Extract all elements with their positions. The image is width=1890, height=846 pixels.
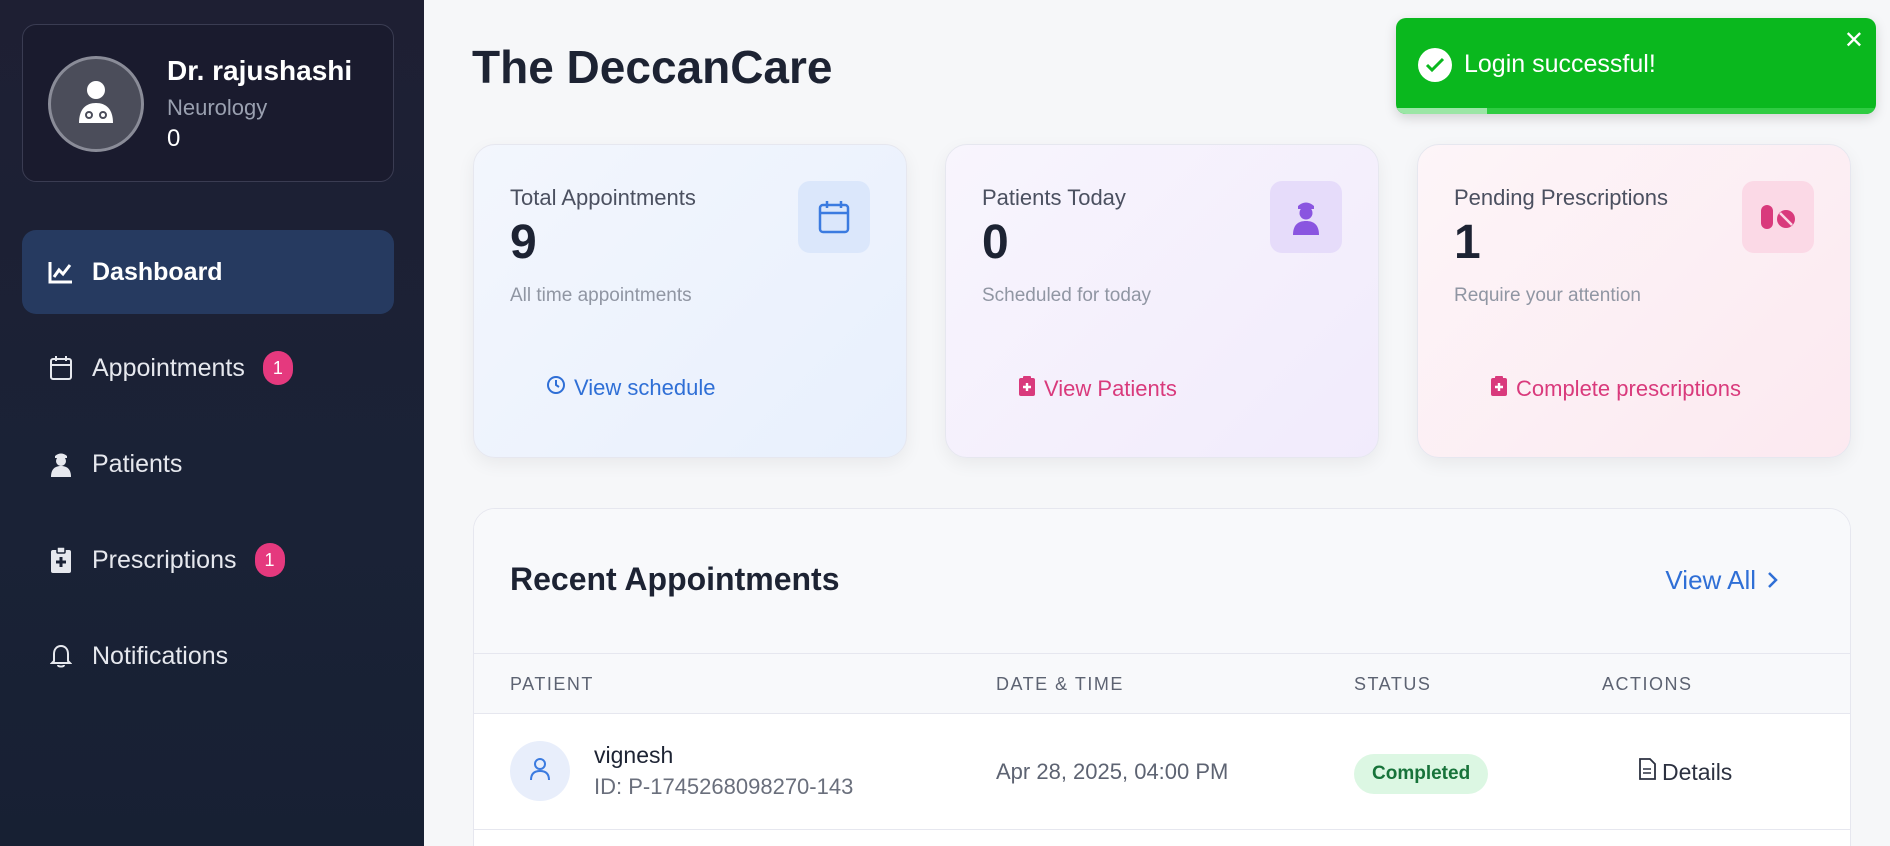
sidebar-item-label: Patients: [92, 449, 183, 478]
link-label: View Patients: [1044, 376, 1177, 401]
close-icon[interactable]: ✕: [1844, 26, 1864, 55]
clipboard-medical-icon: [1018, 375, 1036, 403]
complete-prescriptions-link[interactable]: Complete prescriptions: [1490, 375, 1741, 403]
column-header-patient: PATIENT: [510, 674, 594, 694]
page-title: The DeccanCare: [472, 41, 833, 93]
panel-header: Recent Appointments View All: [474, 509, 1850, 654]
prescriptions-badge: 1: [254, 543, 285, 577]
panel-title: Recent Appointments: [510, 561, 840, 597]
patient-name: vignesh: [594, 742, 674, 768]
link-label: Complete prescriptions: [1516, 376, 1741, 401]
user-nurse-icon: [46, 449, 76, 479]
doctor-specialty: Neurology: [167, 95, 268, 120]
toast-progress-bar: [1396, 108, 1488, 114]
pills-icon: [1742, 181, 1814, 253]
card-subtitle: Require your attention: [1454, 285, 1641, 306]
success-toast: Login successful! ✕: [1396, 18, 1876, 114]
check-circle-icon: [1418, 48, 1452, 82]
file-icon: [1638, 758, 1656, 786]
card-value: 0: [982, 216, 1009, 269]
column-header-datetime: DATE & TIME: [996, 674, 1124, 694]
sidebar-item-label: Prescriptions: [92, 545, 237, 574]
view-schedule-link[interactable]: View schedule: [546, 375, 715, 401]
patient-avatar: [510, 741, 570, 801]
doctor-profile-card: Dr. rajushashi Neurology 0: [22, 24, 394, 182]
chart-line-icon: [46, 257, 76, 287]
details-button[interactable]: Details: [1638, 758, 1732, 786]
card-title: Pending Prescriptions: [1454, 185, 1669, 210]
card-subtitle: All time appointments: [510, 285, 692, 306]
sidebar: Dr. rajushashi Neurology 0 Dashboard App…: [0, 0, 424, 846]
clipboard-medical-icon: [46, 545, 76, 575]
sidebar-item-prescriptions[interactable]: Prescriptions 1: [22, 518, 394, 602]
card-value: 9: [510, 216, 537, 269]
patient-id: ID: P-1745268098270-143: [594, 774, 854, 799]
appointment-datetime: Apr 28, 2025, 04:00 PM: [996, 759, 1229, 784]
card-title: Patients Today: [982, 185, 1126, 210]
doctor-name: Dr. rajushashi: [167, 55, 353, 86]
sidebar-item-notifications[interactable]: Notifications: [22, 614, 394, 698]
status-badge: Completed: [1354, 754, 1489, 794]
column-header-status: STATUS: [1354, 674, 1432, 694]
toast-message: Login successful!: [1464, 50, 1656, 78]
doctor-count: 0: [167, 125, 181, 152]
details-label: Details: [1662, 758, 1733, 785]
sidebar-item-label: Appointments: [92, 353, 245, 382]
chevron-right-icon: [1766, 565, 1778, 596]
recent-appointments-panel: Recent Appointments View All PATIENT DAT…: [473, 508, 1851, 846]
link-label: View All: [1665, 565, 1756, 595]
view-all-link[interactable]: View All: [1665, 565, 1778, 596]
card-title: Total Appointments: [510, 185, 696, 210]
calendar-icon: [46, 353, 76, 383]
doctor-avatar: [48, 56, 144, 152]
stat-card-total-appointments: Total Appointments 9 All time appointmen…: [473, 144, 907, 458]
clipboard-medical-icon: [1490, 375, 1508, 403]
clock-icon: [546, 375, 566, 401]
sidebar-item-patients[interactable]: Patients: [22, 422, 394, 506]
stat-card-patients-today: Patients Today 0 Scheduled for today Vie…: [945, 144, 1379, 458]
column-header-actions: ACTIONS: [1602, 674, 1693, 694]
bell-icon: [46, 641, 76, 671]
appointments-badge: 1: [262, 351, 293, 385]
link-label: View schedule: [574, 375, 716, 400]
user-doctor-icon: [76, 79, 116, 130]
view-patients-link[interactable]: View Patients: [1018, 375, 1177, 403]
user-nurse-icon: [1270, 181, 1342, 253]
table-row: vignesh ID: P-1745268098270-143 Apr 28, …: [474, 714, 1850, 830]
sidebar-item-label: Dashboard: [92, 257, 223, 286]
sidebar-item-label: Notifications: [92, 641, 229, 670]
table-header: PATIENT DATE & TIME STATUS ACTIONS: [474, 654, 1850, 714]
card-value: 1: [1454, 216, 1481, 269]
card-subtitle: Scheduled for today: [982, 285, 1152, 306]
calendar-icon: [798, 181, 870, 253]
sidebar-item-appointments[interactable]: Appointments 1: [22, 326, 394, 410]
stat-card-pending-prescriptions: Pending Prescriptions 1 Require your att…: [1417, 144, 1851, 458]
sidebar-item-dashboard[interactable]: Dashboard: [22, 230, 394, 314]
user-icon: [529, 757, 551, 786]
